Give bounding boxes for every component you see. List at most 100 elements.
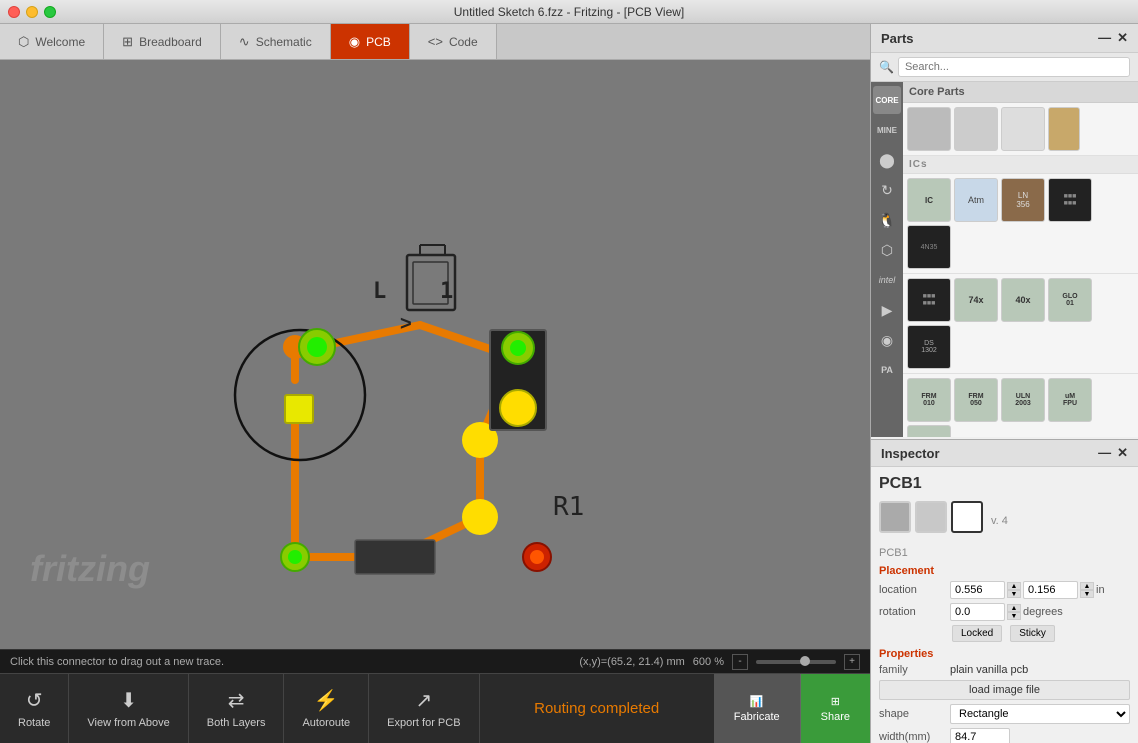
sidebar-tab-seeed[interactable]: ⬡ (873, 236, 901, 264)
part-item[interactable] (1001, 107, 1045, 151)
part-item[interactable] (1048, 107, 1080, 151)
tab-pcb[interactable]: ◉ PCB (331, 24, 410, 59)
part-item[interactable] (907, 107, 951, 151)
pcb-canvas[interactable]: > L 1 R1 fritzing (0, 60, 870, 650)
maximize-button[interactable] (44, 6, 56, 18)
autoroute-button[interactable]: ⚡ Autoroute (284, 674, 369, 743)
location-value: ▲ ▼ ▲ ▼ in (950, 581, 1105, 599)
parts-minimize-icon[interactable]: — (1098, 30, 1111, 46)
tab-welcome[interactable]: ⬡ Welcome (0, 24, 104, 59)
ics-row-1: IC Atm LN356 ■■■■■■ 4N35 (903, 174, 1138, 274)
part-umfpu[interactable]: uMFPU (1048, 378, 1092, 422)
location-x-input[interactable] (950, 581, 1005, 599)
sidebar-tab-circle[interactable]: ◉ (873, 326, 901, 354)
part-glo01[interactable]: GLO01 (1048, 278, 1092, 322)
load-image-button[interactable]: load image file (879, 680, 1130, 700)
sidebar-tab-pa[interactable]: PA (873, 356, 901, 384)
sidebar-tab-intel[interactable]: intel (873, 266, 901, 294)
part-dark2[interactable]: ■■■■■■ (907, 278, 951, 322)
close-button[interactable] (8, 6, 20, 18)
ics-section-label: ICs (903, 156, 1138, 174)
pcb-label: PCB1 (879, 547, 1130, 559)
placement-label: Placement (879, 565, 1130, 577)
location-y-input[interactable] (1023, 581, 1078, 599)
location-x-spinners: ▲ ▼ (1007, 582, 1021, 598)
part-ln356[interactable]: LN356 (1001, 178, 1045, 222)
share-label: Share (821, 711, 850, 723)
layers-icon: ⇄ (228, 688, 245, 713)
view-label: View from Above (87, 717, 169, 729)
rotation-down[interactable]: ▼ (1007, 612, 1021, 620)
tab-breadboard[interactable]: ⊞ Breadboard (104, 24, 221, 59)
location-unit: in (1096, 584, 1105, 596)
svg-text:L: L (373, 279, 386, 304)
part-m54[interactable]: M54 (907, 425, 951, 437)
parts-panel: Parts — ✕ 🔍 CORE MINE ⬤ ↻ 🐧 ⬡ intel ▶ ◉ … (870, 24, 1138, 439)
locked-button[interactable]: Locked (952, 625, 1002, 642)
fabricate-button[interactable]: 📊 Fabricate (714, 674, 801, 743)
part-74x[interactable]: 74x (954, 278, 998, 322)
tab-code-label: Code (449, 35, 478, 49)
both-layers-button[interactable]: ⇄ Both Layers (189, 674, 285, 743)
sidebar-tab-co[interactable]: ⬤ (873, 146, 901, 174)
export-pcb-button[interactable]: ↗ Export for PCB (369, 674, 479, 743)
search-input[interactable] (898, 57, 1130, 77)
welcome-icon: ⬡ (18, 34, 29, 50)
inspector-panel: Inspector — ✕ PCB1 v. 4 PCB1 Placement l… (870, 439, 1138, 743)
parts-top-row (903, 103, 1138, 156)
sidebar-tab-tux[interactable]: 🐧 (873, 206, 901, 234)
parts-title: Parts (881, 31, 914, 46)
share-icon: ⊞ (831, 695, 840, 708)
rotation-input[interactable] (950, 603, 1005, 621)
swatch-white[interactable] (951, 501, 983, 533)
part-frm010[interactable]: FRM010 (907, 378, 951, 422)
inspector-minimize-icon[interactable]: — (1098, 445, 1111, 461)
coordinates: (x,y)=(65.2, 21.4) mm (579, 656, 684, 668)
inspector-close-icon[interactable]: ✕ (1117, 445, 1128, 461)
search-icon: 🔍 (879, 60, 894, 74)
sidebar-tab-arrow[interactable]: ▶ (873, 296, 901, 324)
part-uln2003[interactable]: ULN2003 (1001, 378, 1045, 422)
inspector-body: PCB1 v. 4 PCB1 Placement location ▲ ▼ (871, 467, 1138, 743)
location-x-up[interactable]: ▲ (1007, 582, 1021, 590)
width-input[interactable] (950, 728, 1010, 743)
zoom-slider[interactable] (756, 660, 836, 664)
part-frm050[interactable]: FRM050 (954, 378, 998, 422)
fabricate-icon: 📊 (750, 695, 764, 708)
sticky-button[interactable]: Sticky (1010, 625, 1055, 642)
pcb-icon: ◉ (349, 34, 360, 50)
sidebar-tab-mine[interactable]: MINE (873, 116, 901, 144)
parts-search: 🔍 (871, 53, 1138, 82)
rotation-row: rotation ▲ ▼ degrees (879, 603, 1130, 621)
swatch-gray[interactable] (879, 501, 911, 533)
tab-schematic[interactable]: ∿ Schematic (221, 24, 331, 59)
location-x-down[interactable]: ▼ (1007, 590, 1021, 598)
swatch-gray2[interactable] (915, 501, 947, 533)
location-y-up[interactable]: ▲ (1080, 582, 1094, 590)
sidebar-tab-refresh[interactable]: ↻ (873, 176, 901, 204)
part-4n35[interactable]: 4N35 (907, 225, 951, 269)
part-ds1302[interactable]: DS1302 (907, 325, 951, 369)
share-button[interactable]: ⊞ Share (801, 674, 870, 743)
shape-select[interactable]: Rectangle (950, 704, 1130, 724)
part-ic[interactable]: IC (907, 178, 951, 222)
part-40x[interactable]: 40x (1001, 278, 1045, 322)
view-from-above-button[interactable]: ⬇ View from Above (69, 674, 188, 743)
rotate-button[interactable]: ↺ Rotate (0, 674, 69, 743)
rotation-up[interactable]: ▲ (1007, 604, 1021, 612)
zoom-in-button[interactable]: + (844, 654, 860, 670)
tab-code[interactable]: <> Code (410, 24, 497, 59)
location-y-down[interactable]: ▼ (1080, 590, 1094, 598)
part-item[interactable] (954, 107, 998, 151)
minimize-button[interactable] (26, 6, 38, 18)
zoom-out-button[interactable]: - (732, 654, 748, 670)
rotation-value: ▲ ▼ degrees (950, 603, 1063, 621)
inspector-title: Inspector (881, 446, 940, 461)
svg-text:R1: R1 (553, 492, 584, 522)
part-atm[interactable]: Atm (954, 178, 998, 222)
parts-header: Parts — ✕ (871, 24, 1138, 53)
sidebar-tab-core[interactable]: CORE (873, 86, 901, 114)
parts-close-icon[interactable]: ✕ (1117, 30, 1128, 46)
part-dark1[interactable]: ■■■■■■ (1048, 178, 1092, 222)
parts-header-actions: — ✕ (1098, 30, 1128, 46)
